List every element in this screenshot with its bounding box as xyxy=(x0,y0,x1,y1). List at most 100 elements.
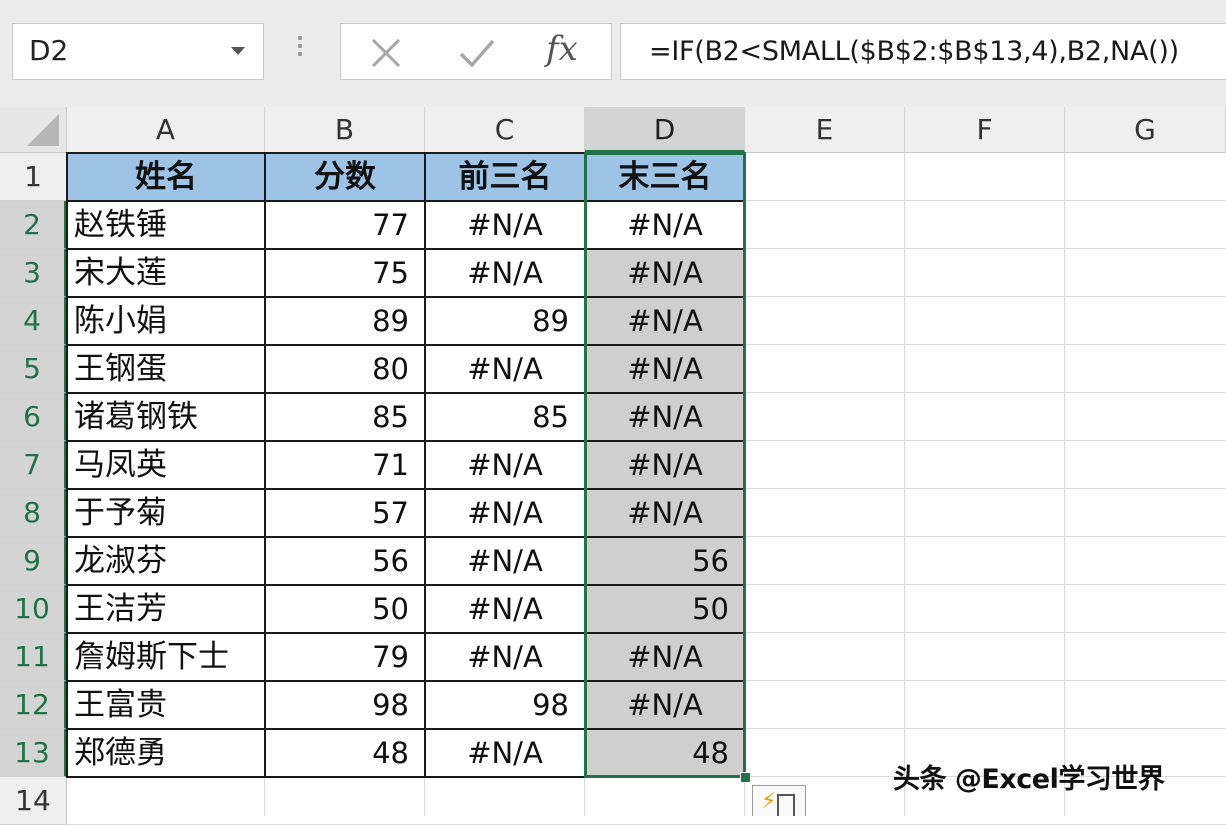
row-header-8[interactable]: 8 xyxy=(0,489,67,537)
column-header-d[interactable]: D xyxy=(585,107,745,153)
select-all-button[interactable] xyxy=(0,107,67,153)
cell-a3[interactable]: 宋大莲 xyxy=(67,249,265,297)
cell-d5[interactable]: #N/A xyxy=(585,345,745,393)
cell-b8[interactable]: 57 xyxy=(265,489,425,537)
cell-b3[interactable]: 75 xyxy=(265,249,425,297)
name-box-value: D2 xyxy=(29,34,69,67)
table-border xyxy=(67,584,745,586)
name-box[interactable]: D2 xyxy=(12,23,264,80)
row-header-12[interactable]: 12 xyxy=(0,681,67,729)
cell-a2[interactable]: 赵铁锤 xyxy=(67,201,265,249)
cell-b13[interactable]: 48 xyxy=(265,729,425,777)
cell-a4[interactable]: 陈小娟 xyxy=(67,297,265,345)
row-header-1[interactable]: 1 xyxy=(0,153,67,201)
cell-d6[interactable]: #N/A xyxy=(585,393,745,441)
row-header-3[interactable]: 3 xyxy=(0,249,67,297)
cell-b7[interactable]: 71 xyxy=(265,441,425,489)
cell-d4[interactable]: #N/A xyxy=(585,297,745,345)
insert-function-button[interactable]: fx xyxy=(546,29,578,69)
cell-d13[interactable]: 48 xyxy=(585,729,745,777)
cell-d9[interactable]: 56 xyxy=(585,537,745,585)
header-cell-name[interactable]: 姓名 xyxy=(67,153,265,201)
cell-c13[interactable]: #N/A xyxy=(425,729,585,777)
cell-a9[interactable]: 龙淑芬 xyxy=(67,537,265,585)
cell-a5[interactable]: 王钢蛋 xyxy=(67,345,265,393)
row-header-11[interactable]: 11 xyxy=(0,633,67,681)
cell-c2[interactable]: #N/A xyxy=(425,201,585,249)
drag-handle-icon[interactable] xyxy=(296,36,304,68)
cell-c3[interactable]: #N/A xyxy=(425,249,585,297)
cancel-icon[interactable] xyxy=(369,36,403,70)
cell-c8[interactable]: #N/A xyxy=(425,489,585,537)
cell-b2[interactable]: 77 xyxy=(265,201,425,249)
cell-a7[interactable]: 马凤英 xyxy=(67,441,265,489)
cell-c10[interactable]: #N/A xyxy=(425,585,585,633)
header-cell-score[interactable]: 分数 xyxy=(265,153,425,201)
header-cell-top3[interactable]: 前三名 xyxy=(425,153,585,201)
cell-d11[interactable]: #N/A xyxy=(585,633,745,681)
cell-a13[interactable]: 郑德勇 xyxy=(67,729,265,777)
cell-a8[interactable]: 于予菊 xyxy=(67,489,265,537)
chevron-down-icon[interactable] xyxy=(231,47,245,55)
gridline-vertical xyxy=(904,153,905,816)
row-header-2[interactable]: 2 xyxy=(0,201,67,249)
cell-b4[interactable]: 89 xyxy=(265,297,425,345)
quick-analysis-button[interactable]: ⚡ xyxy=(752,785,806,816)
cell-b9[interactable]: 56 xyxy=(265,537,425,585)
cell-b5[interactable]: 80 xyxy=(265,345,425,393)
table-border xyxy=(67,488,745,490)
cell-c4[interactable]: 89 xyxy=(425,297,585,345)
column-header-a[interactable]: A xyxy=(67,107,265,153)
cell-c9[interactable]: #N/A xyxy=(425,537,585,585)
cell-c11[interactable]: #N/A xyxy=(425,633,585,681)
table-border xyxy=(67,296,745,298)
cell-c12[interactable]: 98 xyxy=(425,681,585,729)
cell-c6[interactable]: 85 xyxy=(425,393,585,441)
worksheet-grid[interactable]: A B C D E F G 1 2 3 4 5 6 7 8 9 10 11 12 13 14 姓名 分数 前三名 末三名 赵铁锤 7… xyxy=(0,107,1226,825)
table-border xyxy=(264,153,266,777)
cell-b11[interactable]: 79 xyxy=(265,633,425,681)
formula-input[interactable]: =IF(B2<SMALL($B$2:$B$13,4),B2,NA()) xyxy=(620,23,1226,80)
column-header-e[interactable]: E xyxy=(745,107,905,153)
cell-d8[interactable]: #N/A xyxy=(585,489,745,537)
formula-bar: D2 fx =IF(B2<SMALL($B$2:$B$13,4),B2,NA()… xyxy=(0,0,1226,107)
row-header-14[interactable]: 14 xyxy=(0,777,67,825)
cell-d7[interactable]: #N/A xyxy=(585,441,745,489)
row-header-9[interactable]: 9 xyxy=(0,537,67,585)
cell-d2[interactable]: #N/A xyxy=(585,201,745,249)
table-border xyxy=(67,680,745,682)
cell-d10[interactable]: 50 xyxy=(585,585,745,633)
row-header-6[interactable]: 6 xyxy=(0,393,67,441)
cell-a10[interactable]: 王洁芳 xyxy=(67,585,265,633)
row-header-5[interactable]: 5 xyxy=(0,345,67,393)
check-icon[interactable] xyxy=(457,36,497,70)
column-header-b[interactable]: B xyxy=(265,107,425,153)
row-header-10[interactable]: 10 xyxy=(0,585,67,633)
document-icon xyxy=(777,794,795,816)
cell-a6[interactable]: 诸葛钢铁 xyxy=(67,393,265,441)
cell-d3[interactable]: #N/A xyxy=(585,249,745,297)
column-header-f[interactable]: F xyxy=(905,107,1065,153)
table-border xyxy=(67,248,745,250)
cell-a11[interactable]: 詹姆斯下士 xyxy=(67,633,265,681)
cell-d12[interactable]: #N/A xyxy=(585,681,745,729)
gridline-vertical xyxy=(1064,153,1065,816)
row-header-7[interactable]: 7 xyxy=(0,441,67,489)
column-header-g[interactable]: G xyxy=(1065,107,1226,153)
column-header-c[interactable]: C xyxy=(425,107,585,153)
cell-c5[interactable]: #N/A xyxy=(425,345,585,393)
row-header-4[interactable]: 4 xyxy=(0,297,67,345)
cell-b12[interactable]: 98 xyxy=(265,681,425,729)
table-border xyxy=(584,153,586,777)
table-border xyxy=(67,200,745,202)
header-cell-bottom3[interactable]: 末三名 xyxy=(585,153,745,201)
table-border xyxy=(67,392,745,394)
cell-c7[interactable]: #N/A xyxy=(425,441,585,489)
cell-b10[interactable]: 50 xyxy=(265,585,425,633)
cell-a12[interactable]: 王富贵 xyxy=(67,681,265,729)
row-header-13[interactable]: 13 xyxy=(0,729,67,777)
table-border xyxy=(67,536,745,538)
cell-b6[interactable]: 85 xyxy=(265,393,425,441)
fill-handle[interactable] xyxy=(740,772,751,783)
table-border xyxy=(67,440,745,442)
